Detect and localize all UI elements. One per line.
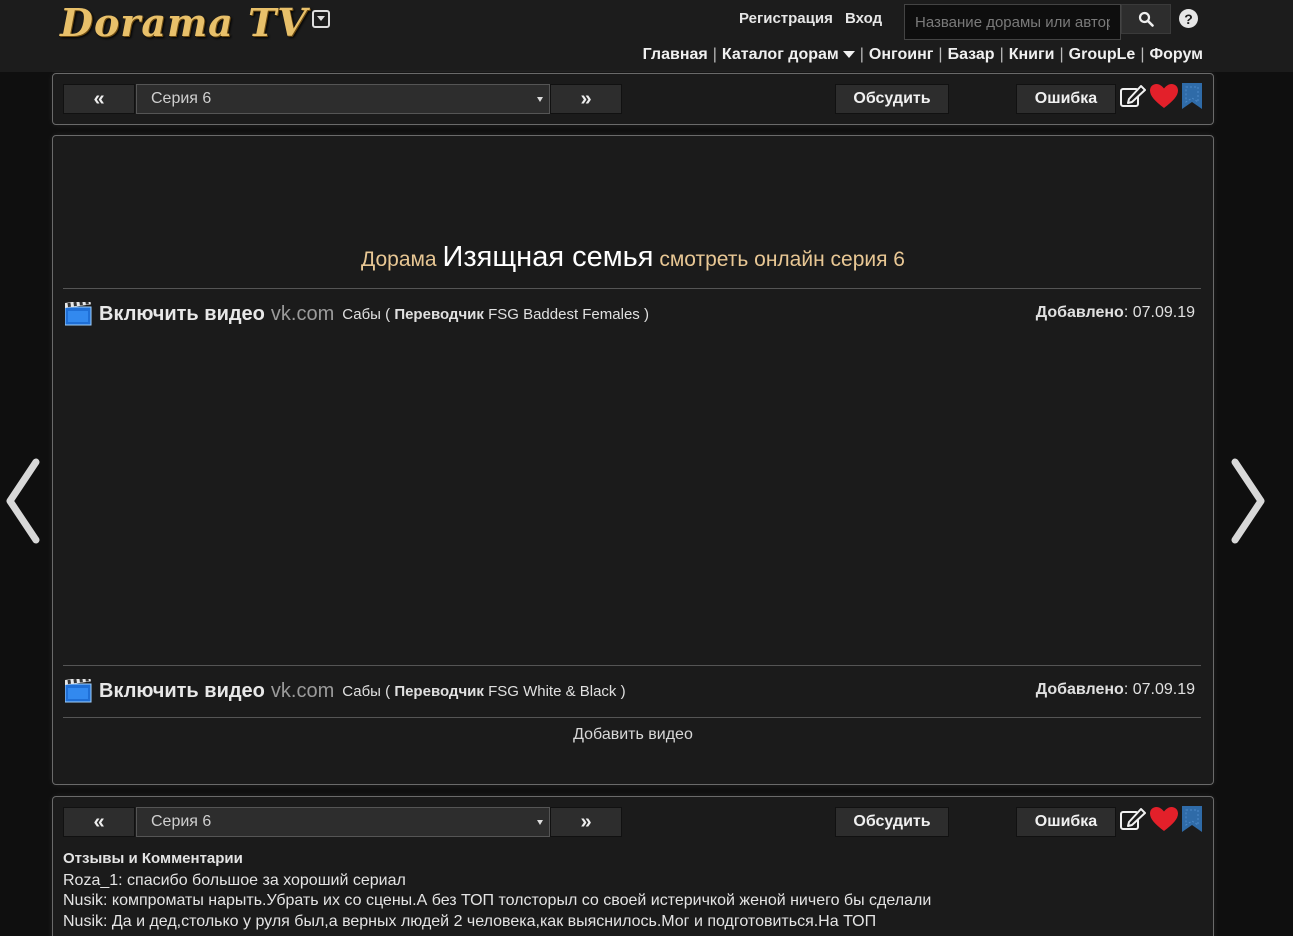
page-title: Дорама Изящная семья смотреть онлайн сер… — [53, 241, 1213, 274]
add-video-link[interactable]: Добавить видео — [53, 726, 1213, 744]
nav-separator: | — [1059, 46, 1064, 63]
comments-section: Отзывы и Комментарии Roza_1: спасибо бол… — [63, 849, 931, 932]
comment-item: Roza_1: спасибо большое за хороший сериа… — [63, 871, 406, 889]
next-episode-button[interactable]: » — [550, 84, 622, 114]
subs-info: Сабы ( Переводчик FSG White & Black ) — [342, 683, 625, 700]
edit-icon[interactable] — [1119, 83, 1147, 109]
caret-down-icon — [842, 51, 855, 59]
title-prefix: Дорама — [361, 248, 437, 271]
nav-item-groupLe[interactable]: GroupLe — [1069, 46, 1136, 64]
subs-info: Сабы ( Переводчик FSG Baddest Females ) — [342, 306, 649, 323]
added-value: : 07.09.19 — [1123, 681, 1195, 698]
chevron-left-icon[interactable] — [2, 458, 46, 544]
added-label: Добавлено — [1035, 681, 1124, 698]
search-button[interactable] — [1121, 4, 1171, 34]
translator-name: FSG Baddest Females ) — [488, 305, 649, 323]
enable-video-link[interactable]: Включить видео — [99, 303, 265, 326]
bookmark-icon[interactable] — [1181, 82, 1203, 110]
comments-heading: Отзывы и Комментарии — [63, 850, 243, 867]
bookmark-icon[interactable] — [1181, 805, 1203, 833]
register-link[interactable]: Регистрация — [739, 10, 833, 27]
divider — [63, 665, 1201, 666]
nav-item-books[interactable]: Книги — [1009, 46, 1055, 64]
nav-separator: | — [999, 46, 1004, 63]
select-arrow-icon — [537, 820, 543, 825]
video-content-panel: Дорама Изящная семья смотреть онлайн сер… — [52, 135, 1214, 785]
nav-item-bazaar[interactable]: Базар — [948, 46, 995, 64]
divider — [63, 288, 1201, 289]
video-host: vk.com — [270, 679, 335, 702]
search-input[interactable] — [905, 5, 1120, 39]
search-icon — [1138, 11, 1154, 27]
report-error-button[interactable]: Ошибка — [1016, 807, 1116, 837]
subs-open: Сабы ( — [342, 682, 391, 700]
prev-episode-button[interactable]: « — [63, 807, 135, 837]
drama-title: Изящная семья — [442, 241, 654, 273]
site-header: Dorama TV Регистрация Вход ? Главная | К… — [0, 0, 1293, 72]
added-date: Добавлено: 07.09.19 — [1036, 304, 1195, 322]
login-link[interactable]: Вход — [845, 10, 882, 27]
action-icons — [1119, 82, 1203, 110]
logo-text[interactable]: Dorama TV — [60, 0, 308, 45]
search-field[interactable] — [904, 4, 1121, 40]
discuss-button[interactable]: Обсудить — [835, 807, 949, 837]
nav-item-home[interactable]: Главная — [643, 46, 708, 64]
episode-toolbar-top: « Серия 6 » Обсудить Ошибка — [52, 73, 1214, 125]
nav-separator: | — [712, 46, 717, 63]
theme-dropdown-icon[interactable] — [312, 10, 330, 28]
episode-select[interactable]: Серия 6 — [136, 807, 550, 837]
report-error-button[interactable]: Ошибка — [1016, 84, 1116, 114]
prev-episode-button[interactable]: « — [63, 84, 135, 114]
episode-select[interactable]: Серия 6 — [136, 84, 550, 114]
translator-label: Переводчик — [394, 305, 484, 323]
nav-item-catalog-label[interactable]: Каталог дорам — [722, 46, 839, 63]
subs-open: Сабы ( — [342, 305, 391, 323]
comment-item: Nusik: Да и дед,столько у руля был,а вер… — [63, 912, 877, 930]
help-icon[interactable]: ? — [1179, 9, 1198, 28]
main-nav: Главная | Каталог дорам | Онгоинг | База… — [643, 46, 1203, 64]
translator-label: Переводчик — [394, 682, 484, 700]
episode-toolbar-bottom: « Серия 6 » Обсудить Ошибка Отзывы и Ком… — [52, 796, 1214, 936]
episode-select-value: Серия 6 — [151, 813, 212, 830]
nav-item-ongoing[interactable]: Онгоинг — [869, 46, 934, 64]
film-icon — [65, 679, 92, 703]
video-source-row[interactable]: Включить видео vk.com Сабы ( Переводчик … — [65, 301, 1195, 327]
nav-item-catalog[interactable]: Каталог дорам — [722, 46, 855, 64]
enable-video-link[interactable]: Включить видео — [99, 680, 265, 703]
edit-icon[interactable] — [1119, 806, 1147, 832]
title-suffix: смотреть онлайн серия 6 — [659, 248, 905, 271]
nav-separator: | — [1140, 46, 1145, 63]
translator-name: FSG White & Black ) — [488, 682, 626, 700]
site-logo[interactable]: Dorama TV — [60, 0, 308, 45]
episode-select-value: Серия 6 — [151, 90, 212, 107]
film-icon — [65, 302, 92, 326]
heart-icon[interactable] — [1149, 806, 1179, 832]
video-host: vk.com — [270, 302, 335, 325]
added-date: Добавлено: 07.09.19 — [1036, 681, 1195, 699]
nav-separator: | — [859, 46, 864, 63]
added-value: : 07.09.19 — [1123, 304, 1195, 321]
action-icons — [1119, 805, 1203, 833]
discuss-button[interactable]: Обсудить — [835, 84, 949, 114]
nav-item-forum[interactable]: Форум — [1149, 46, 1203, 64]
divider — [63, 717, 1201, 718]
select-arrow-icon — [537, 97, 543, 102]
heart-icon[interactable] — [1149, 83, 1179, 109]
nav-separator: | — [938, 46, 943, 63]
next-episode-button[interactable]: » — [550, 807, 622, 837]
auth-links: Регистрация Вход — [739, 10, 890, 27]
chevron-right-icon[interactable] — [1225, 458, 1269, 544]
added-label: Добавлено — [1035, 304, 1124, 321]
comment-item: Nusik: компроматы нарыть.Убрать их со сц… — [63, 892, 932, 909]
video-source-row[interactable]: Включить видео vk.com Сабы ( Переводчик … — [65, 678, 1195, 704]
